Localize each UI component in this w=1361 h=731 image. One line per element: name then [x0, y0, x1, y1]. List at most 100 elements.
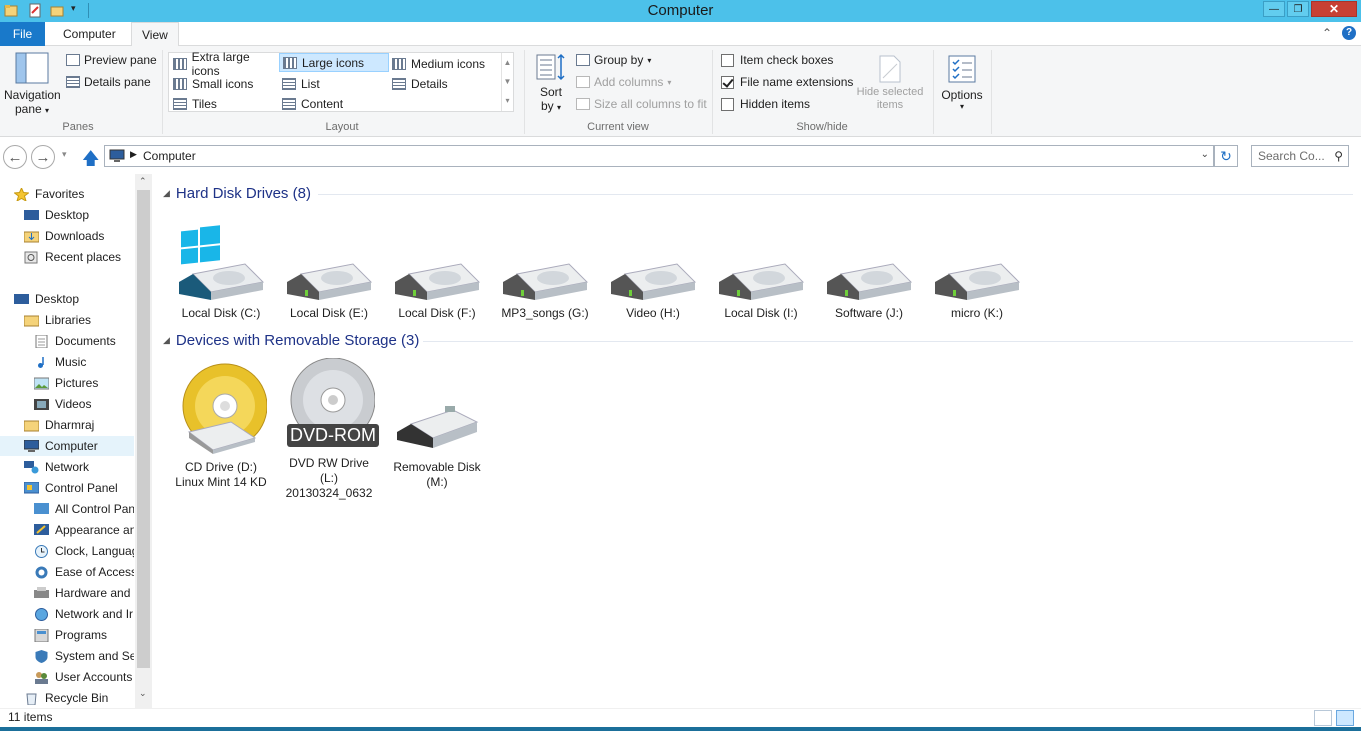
drive-e[interactable]: Local Disk (E:) [277, 224, 381, 321]
drive-f[interactable]: Local Disk (F:) [385, 224, 489, 321]
nav-lib-music[interactable]: Music [34, 352, 134, 372]
drive-label-line2: (M:) [426, 475, 448, 489]
nav-fav-desktop[interactable]: Desktop [24, 205, 134, 225]
sort-by-button[interactable]: Sort by ▾ [532, 52, 570, 113]
title-bar[interactable]: ▾ Computer — ❐ ✕ [0, 0, 1361, 22]
nav-cp-user-accounts[interactable]: User Accounts [34, 667, 134, 687]
details-view-icon[interactable] [1314, 710, 1332, 726]
close-button[interactable]: ✕ [1311, 1, 1357, 17]
navigation-pane-button[interactable]: Navigation pane ▾ [4, 52, 61, 116]
nav-recycle-bin[interactable]: Recycle Bin [24, 688, 134, 708]
small-icons-label: Small icons [192, 76, 254, 91]
nav-control-panel[interactable]: Control Panel [24, 478, 134, 498]
breadcrumb-chevron-icon[interactable]: ▶ [130, 149, 137, 160]
nav-favorites[interactable]: Favorites [14, 184, 134, 204]
breadcrumb-computer[interactable]: Computer [143, 149, 196, 163]
search-input[interactable]: Search Co... ⚲ [1251, 145, 1349, 167]
scroll-up-icon[interactable]: ▲ [502, 53, 513, 72]
hide-selected-items-button[interactable]: Hide selected items [850, 54, 930, 112]
nav-cp-system-security[interactable]: System and Sec [34, 646, 134, 666]
item-check-boxes-checkbox[interactable] [721, 53, 734, 67]
nav-lib-pictures[interactable]: Pictures [34, 373, 134, 393]
scroll-up-icon[interactable]: ⌃ [139, 176, 147, 187]
group-header-hard-disk-drives[interactable]: ◢ Hard Disk Drives (8) [163, 185, 311, 202]
scroll-down-icon[interactable]: ▼ [502, 72, 513, 91]
nav-cp-hardware-sound[interactable]: Hardware and S [34, 583, 134, 603]
hard-drive-icon [827, 263, 913, 300]
tab-file[interactable]: File [0, 22, 45, 46]
drive-c[interactable]: Local Disk (C:) [169, 224, 273, 321]
size-all-columns-button[interactable]: Size all columns to fit [576, 97, 707, 111]
help-icon[interactable]: ? [1342, 26, 1356, 40]
nav-pane-scroll-thumb[interactable] [137, 190, 150, 668]
hidden-items-toggle[interactable]: Hidden items [721, 97, 810, 111]
layout-tiles[interactable]: Tiles [170, 94, 278, 113]
preview-pane-button[interactable]: Preview pane [66, 53, 157, 67]
content-pane: ◢ Hard Disk Drives (8) Local Disk (C:) Lo… [153, 174, 1361, 708]
forward-button[interactable]: → [31, 145, 55, 169]
group-header-removable-storage[interactable]: ◢ Devices with Removable Storage (3) [163, 332, 419, 349]
more-layouts-icon[interactable]: ▾ [502, 91, 513, 110]
item-check-boxes-toggle[interactable]: Item check boxes [721, 53, 833, 67]
scroll-down-icon[interactable]: ⌄ [139, 688, 147, 699]
nav-user[interactable]: Dharmraj [24, 415, 134, 435]
refresh-button[interactable]: ↻ [1214, 145, 1238, 167]
nav-cp-network-internet[interactable]: Network and Ir [34, 604, 134, 624]
address-bar[interactable]: ▶ Computer ⌄ [104, 145, 1214, 167]
layout-medium-icons[interactable]: Medium icons [389, 54, 499, 73]
layout-details[interactable]: Details [389, 74, 499, 93]
layout-extra-large-icons[interactable]: Extra large icons [170, 50, 278, 78]
nav-desktop[interactable]: Desktop [14, 289, 134, 309]
nav-network[interactable]: Network [24, 457, 134, 477]
nav-libraries[interactable]: Libraries [24, 310, 134, 330]
nav-cp-ease-of-access[interactable]: Ease of Access [34, 562, 134, 582]
nav-fav-recent-places[interactable]: Recent places [24, 247, 134, 267]
details-pane-label: Details pane [84, 75, 151, 89]
nav-lib-videos[interactable]: Videos [34, 394, 134, 414]
layout-content[interactable]: Content [279, 94, 389, 113]
drive-j[interactable]: Software (J:) [817, 224, 921, 321]
group-by-button[interactable]: Group by ▾ [576, 53, 651, 67]
collapse-group-icon[interactable]: ◢ [163, 335, 170, 346]
drive-h[interactable]: Video (H:) [601, 224, 705, 321]
nav-computer[interactable]: Computer [0, 436, 134, 456]
options-button[interactable]: Options ▾ [938, 54, 986, 111]
search-icon[interactable]: ⚲ [1334, 149, 1343, 163]
drive-m-removable[interactable]: Removable Disk (M:) [385, 362, 489, 490]
layout-large-icons[interactable]: Large icons [279, 53, 389, 72]
layout-small-icons[interactable]: Small icons [170, 74, 278, 93]
nav-cp-appearance[interactable]: Appearance an [34, 520, 134, 540]
nav-lib-documents[interactable]: Documents [34, 331, 134, 351]
large-icons-view-icon[interactable] [1336, 710, 1354, 726]
maximize-button[interactable]: ❐ [1287, 1, 1309, 17]
medium-icons-icon [392, 57, 406, 70]
nav-cp-clock-language[interactable]: Clock, Languag [34, 541, 134, 561]
drive-l-dvd[interactable]: DVD-ROM DVD RW Drive (L:) 20130324_0632 [277, 358, 381, 501]
recent-locations-icon[interactable]: ▾ [62, 149, 67, 160]
drive-label: Video (H:) [626, 306, 680, 320]
add-columns-button[interactable]: Add columns ▾ [576, 75, 671, 89]
back-button[interactable]: ← [3, 145, 27, 169]
up-arrow-icon[interactable]: 🡅 [82, 146, 99, 175]
nav-item-label: Hardware and S [55, 586, 134, 600]
drive-i[interactable]: Local Disk (I:) [709, 224, 813, 321]
tab-view[interactable]: View [131, 22, 179, 47]
layout-list[interactable]: List [279, 74, 389, 93]
drive-g[interactable]: MP3_songs (G:) [493, 224, 597, 321]
hidden-items-label: Hidden items [740, 97, 811, 111]
nav-cp-all-control-panel[interactable]: All Control Pan [34, 499, 134, 519]
minimize-ribbon-icon[interactable]: ⌃ [1322, 26, 1332, 40]
collapse-group-icon[interactable]: ◢ [163, 188, 170, 199]
nav-cp-programs[interactable]: Programs [34, 625, 134, 645]
drive-k[interactable]: micro (K:) [925, 224, 1029, 321]
minimize-button[interactable]: — [1263, 1, 1285, 17]
hidden-items-checkbox[interactable] [721, 97, 734, 111]
nav-fav-downloads[interactable]: Downloads [24, 226, 134, 246]
file-name-extensions-checkbox[interactable] [721, 75, 734, 89]
file-name-extensions-toggle[interactable]: File name extensions [721, 75, 853, 89]
layout-scroll[interactable]: ▲ ▼ ▾ [501, 53, 513, 111]
details-pane-button[interactable]: Details pane [66, 75, 151, 89]
address-dropdown-icon[interactable]: ⌄ [1201, 149, 1209, 160]
tab-computer[interactable]: Computer [53, 22, 126, 46]
drive-d-cd[interactable]: CD Drive (D:) Linux Mint 14 KD [169, 362, 273, 490]
